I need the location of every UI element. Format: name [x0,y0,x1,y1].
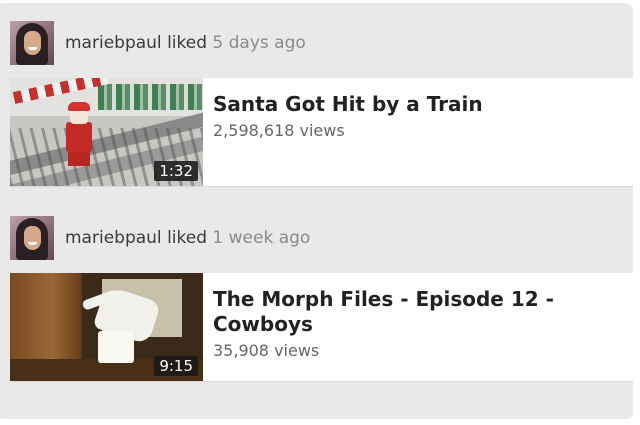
video-duration: 9:15 [154,356,198,376]
actor-row: mariebpaul liked 5 days ago [10,20,634,66]
activity-feed-page: mariebpaul liked 5 days ago 1:32 Santa G… [0,0,640,425]
actor-row: mariebpaul liked 1 week ago [10,215,634,261]
video-info: The Morph Files - Episode 12 - Cowboys 3… [203,273,634,381]
activity-timestamp: 5 days ago [212,33,306,53]
video-thumbnail[interactable]: 1:32 [10,78,203,186]
activity-item: mariebpaul liked 1 week ago 9:15 The Mor… [10,215,634,381]
actor-action: liked [167,228,207,248]
video-view-count: 2,598,618 views [213,121,345,140]
video-thumbnail[interactable]: 9:15 [10,273,203,381]
video-title[interactable]: Santa Got Hit by a Train [213,92,624,117]
video-info: Santa Got Hit by a Train 2,598,618 views [203,78,634,186]
video-view-count: 35,908 views [213,341,320,360]
activity-timestamp: 1 week ago [212,228,311,248]
video-title[interactable]: The Morph Files - Episode 12 - Cowboys [213,287,624,337]
activity-feed: mariebpaul liked 5 days ago 1:32 Santa G… [0,3,634,419]
actor-line: mariebpaul liked 1 week ago [65,228,310,248]
avatar[interactable] [10,21,54,65]
actor-line: mariebpaul liked 5 days ago [65,33,306,53]
actor-action: liked [167,33,207,53]
video-card[interactable]: 1:32 Santa Got Hit by a Train 2,598,618 … [10,78,634,186]
video-card[interactable]: 9:15 The Morph Files - Episode 12 - Cowb… [10,273,634,381]
actor-name[interactable]: mariebpaul [65,33,162,53]
avatar[interactable] [10,216,54,260]
video-duration: 1:32 [154,161,198,181]
actor-name[interactable]: mariebpaul [65,228,162,248]
activity-item: mariebpaul liked 5 days ago 1:32 Santa G… [10,20,634,186]
